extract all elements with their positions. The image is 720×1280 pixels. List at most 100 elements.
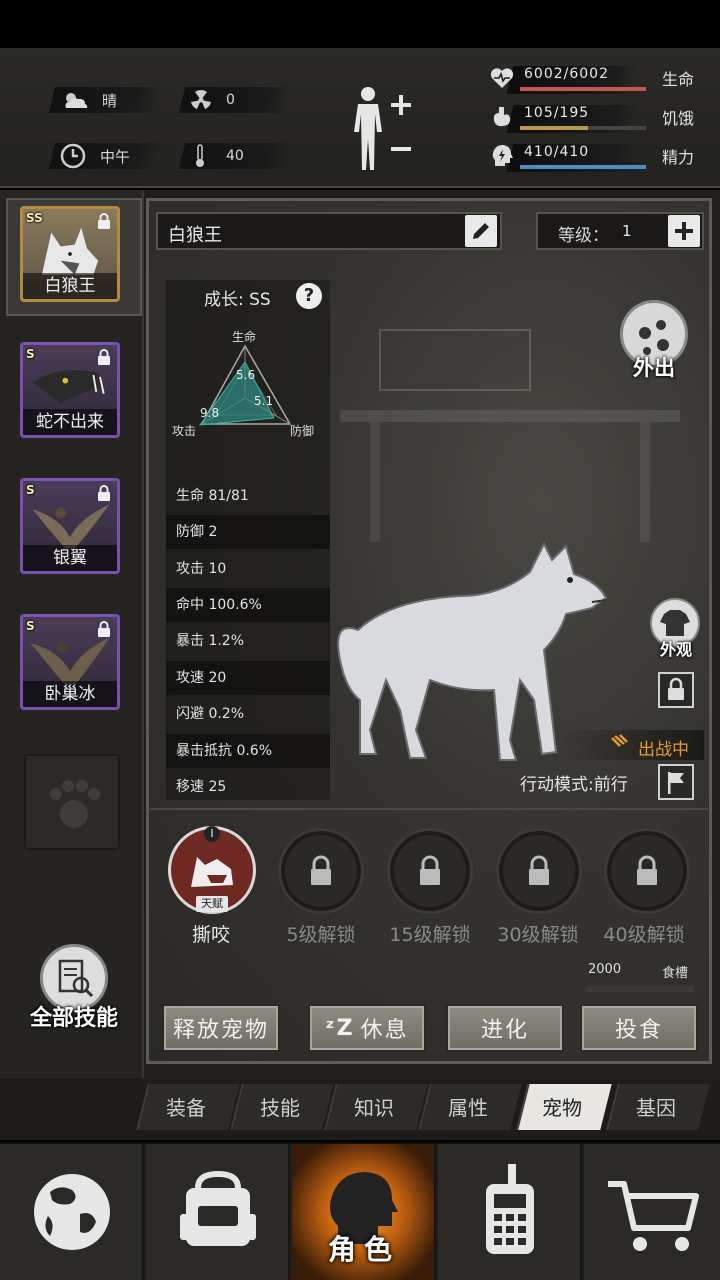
radiation-chip: 0 xyxy=(190,87,235,113)
skill-unlock-label: 15级解锁 xyxy=(389,924,471,946)
empty-pet-slot[interactable] xyxy=(24,754,120,850)
clock-icon xyxy=(60,143,86,169)
skill-slot-locked-4[interactable] xyxy=(604,828,690,914)
divider xyxy=(150,808,708,810)
help-icon[interactable]: ? xyxy=(296,283,322,309)
pet-card-nest-ice[interactable]: S 卧巢冰 xyxy=(20,614,120,710)
hunger-value: 105/195 xyxy=(524,105,590,121)
flag-icon xyxy=(668,772,684,794)
energy-label: 精力 xyxy=(662,148,695,167)
food-value: 2000 xyxy=(588,962,622,977)
growth-label: 成长: SS xyxy=(204,290,271,310)
pet-grade: S xyxy=(26,619,35,633)
rest-button[interactable]: ᶻZ 休息 xyxy=(308,1004,426,1052)
stat-row-hit: 命中 100.6% xyxy=(166,588,330,622)
stat-row-defense: 防御 2 xyxy=(166,515,330,549)
action-mode-button[interactable] xyxy=(658,764,694,800)
nav-shop[interactable] xyxy=(584,1144,720,1280)
nav-inventory[interactable] xyxy=(146,1144,290,1280)
radar-axis-right: 防御 xyxy=(290,424,315,438)
energy-head-icon xyxy=(488,142,516,170)
pet-card-white-wolf-king[interactable]: SS 白狼王 xyxy=(20,206,120,302)
level-up-button[interactable] xyxy=(668,215,700,247)
all-skills-button[interactable]: 全部技能 xyxy=(22,944,126,1034)
pet-grade: S xyxy=(26,347,35,361)
rename-button[interactable] xyxy=(465,215,497,247)
tab-knowledge[interactable]: 知识 xyxy=(328,1092,420,1121)
tab-skills[interactable]: 技能 xyxy=(234,1092,326,1121)
pencil-icon xyxy=(473,223,489,239)
food-trough-bar xyxy=(586,986,694,992)
stat-row-crit-resist: 暴击抵抗 0.6% xyxy=(166,734,330,768)
battle-status-text: 出战中 xyxy=(638,740,689,760)
nav-character[interactable]: 角色 xyxy=(292,1144,436,1280)
tab-pets[interactable]: 宠物 xyxy=(516,1092,608,1121)
weather-text: 晴 xyxy=(102,91,118,110)
skill-unlock-label: 30级解锁 xyxy=(497,924,579,946)
skill-slot-locked-2[interactable] xyxy=(387,828,473,914)
plus-icon xyxy=(675,222,693,240)
globe-icon xyxy=(34,1174,110,1250)
level-label: 等级： xyxy=(558,226,609,246)
lock-icon xyxy=(98,213,110,229)
appearance-label: 外观 xyxy=(659,640,692,659)
stat-row-crit: 暴击 1.2% xyxy=(176,633,245,649)
radar-value-left: 9.8 xyxy=(200,406,220,420)
thermometer-icon xyxy=(194,144,206,168)
lock-icon xyxy=(98,349,110,365)
rest-label: 休息 xyxy=(360,1018,409,1043)
stat-row-attack: 攻击 10 xyxy=(176,561,227,577)
stomach-icon xyxy=(488,103,516,131)
radar-value-right: 5.1 xyxy=(254,394,274,408)
skill-slot-locked-3[interactable] xyxy=(496,828,582,914)
hunger-label: 饥饿 xyxy=(662,109,695,128)
level-value: 1 xyxy=(622,222,632,240)
claw-icon xyxy=(610,734,630,754)
pet-name: 蛇不出来 xyxy=(23,409,117,435)
energy-fill xyxy=(520,165,646,169)
pet-name: 卧巢冰 xyxy=(23,681,117,707)
temperature-value: 40 xyxy=(226,148,244,164)
cloud-sun-icon xyxy=(60,90,90,110)
heart-pulse-icon xyxy=(488,64,516,92)
pet-name: 白狼王 xyxy=(23,273,117,299)
pet-name-field: 白狼王 xyxy=(156,212,502,250)
lock-icon xyxy=(529,855,549,885)
tab-genes[interactable]: 基因 xyxy=(610,1092,702,1121)
feed-button[interactable]: 投食 xyxy=(580,1004,698,1052)
health-fill xyxy=(520,87,646,91)
release-pet-button[interactable]: 释放宠物 xyxy=(162,1004,280,1052)
walkie-talkie-icon xyxy=(486,1164,534,1254)
body-status-button[interactable] xyxy=(346,84,420,174)
pet-card-snake[interactable]: S 蛇不出来 xyxy=(20,342,120,438)
human-body-icon xyxy=(354,87,411,170)
all-skills-label: 全部技能 xyxy=(29,1006,118,1031)
evolve-button[interactable]: 进化 xyxy=(446,1004,564,1052)
health-value: 6002/6002 xyxy=(524,66,609,82)
top-black-band xyxy=(0,0,720,48)
outing-label: 外出 xyxy=(633,356,675,380)
sleep-zz-icon: ᶻZ xyxy=(325,1015,355,1041)
nav-world[interactable] xyxy=(0,1144,144,1280)
hunger-bar: 105/195 饥饿 xyxy=(488,101,708,133)
lock-icon xyxy=(311,855,331,885)
pet-card-silver-wing[interactable]: S 银翼 xyxy=(20,478,120,574)
skill-slot-locked-1[interactable] xyxy=(278,828,364,914)
tab-attributes[interactable]: 属性 xyxy=(422,1092,514,1121)
lock-icon xyxy=(420,855,440,885)
skill-level-badge: I xyxy=(204,826,220,842)
nav-radio[interactable] xyxy=(438,1144,582,1280)
lock-icon xyxy=(98,621,110,637)
radar-axis-left: 攻击 xyxy=(172,424,197,438)
stat-row-attack-speed: 攻速 20 xyxy=(166,661,330,695)
stat-row-dodge: 闪避 0.2% xyxy=(176,706,245,722)
energy-bar: 410/410 精力 xyxy=(488,140,708,172)
lock-pet-toggle[interactable] xyxy=(658,672,694,708)
talent-badge: 天赋 xyxy=(196,896,228,912)
stat-row-hp: 生命 81/81 xyxy=(176,488,249,504)
backpack-icon xyxy=(180,1170,256,1246)
skill-unlock-label: 40级解锁 xyxy=(603,924,685,946)
tab-equipment[interactable]: 装备 xyxy=(140,1092,232,1121)
health-label: 生命 xyxy=(662,70,695,89)
radar-value-top: 5.6 xyxy=(236,368,256,382)
